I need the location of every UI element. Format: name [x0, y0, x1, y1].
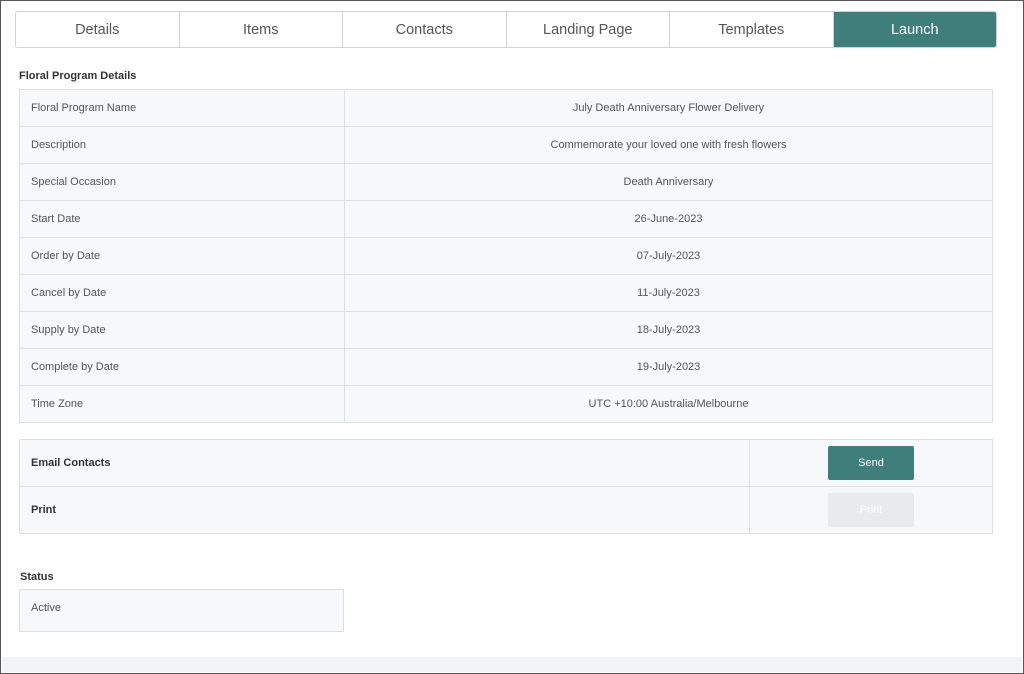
actions-table: Email Contacts Send Print Print	[19, 439, 993, 534]
footer-band	[2, 657, 1022, 672]
row-label: Description	[19, 126, 345, 164]
details-section-title: Floral Program Details	[19, 70, 137, 82]
email-contacts-label: Email Contacts	[19, 439, 750, 487]
row-label: Time Zone	[19, 385, 345, 423]
print-button-cell: Print	[749, 486, 993, 534]
row-value: 26-June-2023	[344, 200, 993, 238]
email-contacts-row: Email Contacts Send	[19, 439, 993, 487]
table-row: Special Occasion Death Anniversary	[19, 163, 993, 201]
tab-launch[interactable]: Launch	[833, 12, 996, 47]
table-row: Supply by Date 18-July-2023	[19, 311, 993, 349]
print-label: Print	[19, 486, 750, 534]
tab-templates[interactable]: Templates	[670, 12, 834, 47]
table-row: Complete by Date 19-July-2023	[19, 348, 993, 386]
row-value: Commemorate your loved one with fresh fl…	[344, 126, 993, 164]
table-row: Order by Date 07-July-2023	[19, 237, 993, 275]
email-contacts-button-cell: Send	[749, 439, 993, 487]
row-value: 07-July-2023	[344, 237, 993, 275]
tab-items[interactable]: Items	[179, 12, 343, 47]
table-row: Description Commemorate your loved one w…	[19, 126, 993, 164]
tab-bar: Details Items Contacts Landing Page Temp…	[15, 11, 997, 48]
tab-details[interactable]: Details	[16, 12, 180, 47]
status-section-title: Status	[20, 571, 54, 583]
tab-landing-page[interactable]: Landing Page	[506, 12, 670, 47]
row-label: Start Date	[19, 200, 345, 238]
table-row: Floral Program Name July Death Anniversa…	[19, 89, 993, 127]
send-button[interactable]: Send	[828, 446, 914, 480]
row-value: July Death Anniversary Flower Delivery	[344, 89, 993, 127]
tab-contacts[interactable]: Contacts	[343, 12, 507, 47]
print-row: Print Print	[19, 486, 993, 534]
row-value: UTC +10:00 Australia/Melbourne	[344, 385, 993, 423]
status-value: Active	[31, 602, 61, 614]
row-value: 19-July-2023	[344, 348, 993, 386]
table-row: Start Date 26-June-2023	[19, 200, 993, 238]
row-label: Special Occasion	[19, 163, 345, 201]
row-label: Supply by Date	[19, 311, 345, 349]
status-value-box: Active	[19, 589, 344, 632]
row-label: Order by Date	[19, 237, 345, 275]
row-label: Complete by Date	[19, 348, 345, 386]
details-table: Floral Program Name July Death Anniversa…	[19, 89, 993, 423]
table-row: Time Zone UTC +10:00 Australia/Melbourne	[19, 385, 993, 423]
table-row: Cancel by Date 11-July-2023	[19, 274, 993, 312]
row-label: Cancel by Date	[19, 274, 345, 312]
row-label: Floral Program Name	[19, 89, 345, 127]
row-value: Death Anniversary	[344, 163, 993, 201]
print-button: Print	[828, 493, 914, 527]
row-value: 18-July-2023	[344, 311, 993, 349]
row-value: 11-July-2023	[344, 274, 993, 312]
